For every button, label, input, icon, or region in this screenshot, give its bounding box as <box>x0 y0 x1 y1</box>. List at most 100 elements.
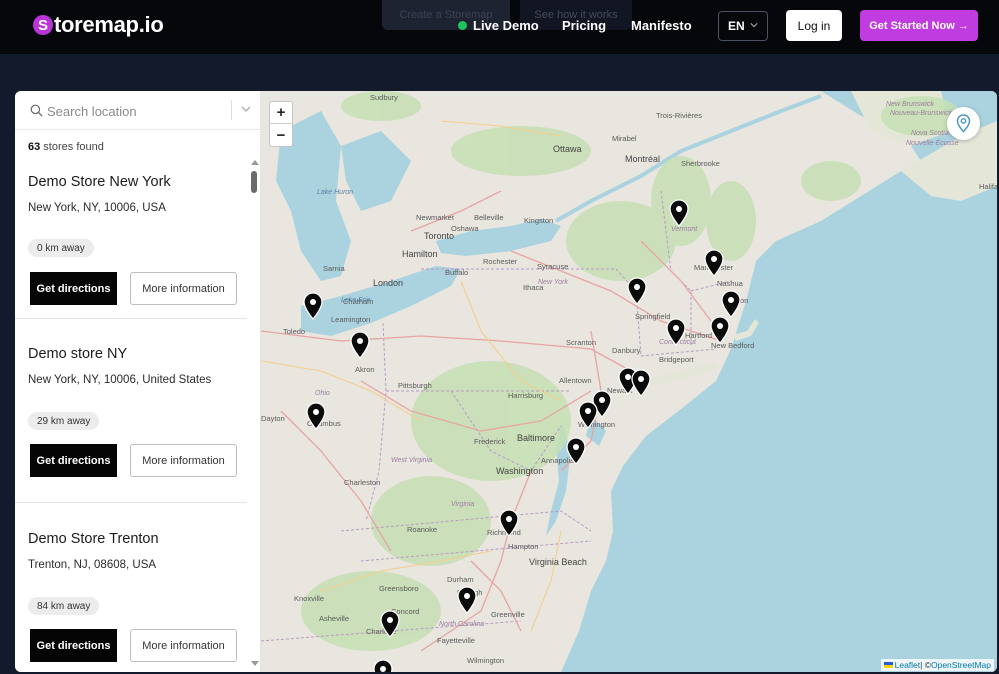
map-label-hampton: Hampton <box>508 542 539 551</box>
map-label-oshawa: Oshawa <box>451 224 479 233</box>
distance-badge: 0 km away <box>28 239 94 257</box>
openstreetmap-link[interactable]: OpenStreetMap <box>931 660 991 670</box>
distance-badge: 29 km away <box>28 412 100 430</box>
map-label-kingston: Kingston <box>524 216 554 225</box>
store-pin-icon[interactable] <box>499 509 519 537</box>
store-pin-icon[interactable] <box>578 401 598 429</box>
map-label-durham: Durham <box>447 575 474 584</box>
logo-text: toremap.io <box>54 12 164 37</box>
stores-count-label: stores found <box>40 141 104 153</box>
store-pin-icon[interactable] <box>566 437 586 465</box>
store-pin-icon[interactable] <box>704 249 724 277</box>
divider <box>15 502 247 503</box>
zoom-out-button[interactable]: − <box>270 124 292 146</box>
store-pin-icon[interactable] <box>721 290 741 318</box>
map-attribution: Leaflet | © OpenStreetMap <box>880 659 994 671</box>
map-label-baltimore: Baltimore <box>517 433 556 443</box>
map-label-lake-erie: Lake Erie <box>341 297 371 304</box>
map-label-nouveau-brunswick: Nouveau-Brunswick <box>890 110 953 117</box>
map-label-scranton: Scranton <box>566 338 597 347</box>
language-select[interactable]: EN <box>718 11 768 41</box>
zoom-in-button[interactable]: + <box>270 102 292 124</box>
map-label-fayetteville: Fayetteville <box>437 636 475 645</box>
map-label-london: London <box>373 278 404 288</box>
zoom-control: + − <box>269 101 293 147</box>
login-button[interactable]: Log in <box>786 10 842 41</box>
chevron-down-icon[interactable] <box>241 106 251 113</box>
stores-found-count: 63 stores found <box>28 141 104 153</box>
ukraine-flag-icon <box>883 662 893 668</box>
more-information-button[interactable]: More information <box>130 272 237 305</box>
search-input[interactable] <box>47 100 227 122</box>
map-label-west-virginia: West Virginia <box>391 457 432 464</box>
map-label-north-carolina: North Carolina <box>439 621 485 628</box>
map-label-newmarket: Newmarket <box>416 213 454 222</box>
more-information-button[interactable]: More information <box>130 444 237 477</box>
live-indicator-icon <box>458 21 467 30</box>
storemap-logo[interactable]: S toremap.io <box>33 12 164 38</box>
map-label-lake-huron: Lake Huron <box>317 189 354 196</box>
map-label-toronto: Toronto <box>424 231 455 241</box>
store-pin-icon[interactable] <box>669 199 689 227</box>
locate-me-button[interactable] <box>947 107 980 140</box>
map-label-danbury: Danbury <box>612 346 641 355</box>
scrollbar-thumb[interactable] <box>251 171 257 193</box>
more-information-button[interactable]: More information <box>130 629 237 662</box>
map-label-knoxville: Knoxville <box>294 594 325 603</box>
top-nav-bar: S toremap.io Create a Storemap See how i… <box>0 0 999 54</box>
search-bar <box>15 91 261 130</box>
store-pin-icon[interactable] <box>666 318 686 346</box>
store-pin-icon[interactable] <box>306 402 326 430</box>
store-pin-icon[interactable] <box>457 586 477 614</box>
map-label-leamington: Leamington <box>331 315 371 324</box>
map-label-nashua: Nashua <box>717 279 743 288</box>
map-label-roanoke: Roanoke <box>407 525 438 534</box>
nav-manifesto[interactable]: Manifesto <box>631 18 692 34</box>
search-icon <box>30 104 43 117</box>
store-pin-icon[interactable] <box>627 277 647 305</box>
map-label-buffalo: Buffalo <box>445 268 469 277</box>
store-map[interactable]: Sudbury Ottawa Montréal Trois-Rivières S… <box>261 91 997 672</box>
nav-pricing[interactable]: Pricing <box>562 18 606 34</box>
search-divider <box>231 100 232 120</box>
scroll-down-icon[interactable] <box>251 661 259 666</box>
get-directions-button[interactable]: Get directions <box>30 629 117 662</box>
store-name[interactable]: Demo store NY <box>28 346 127 362</box>
divider <box>15 318 247 319</box>
get-directions-button[interactable]: Get directions <box>30 272 117 305</box>
map-label-allentown: Allentown <box>559 376 592 385</box>
map-label-sudbury: Sudbury <box>370 93 398 102</box>
map-label-harrisburg: Harrisburg <box>508 391 544 400</box>
store-pin-icon[interactable] <box>710 316 730 344</box>
leaflet-link[interactable]: Leaflet <box>895 660 921 670</box>
map-label-mirabel: Mirabel <box>612 134 637 143</box>
map-label-montreal: Montréal <box>625 154 661 164</box>
map-label-virginia: Virginia <box>451 501 475 508</box>
attribution-separator: | © <box>920 660 931 670</box>
store-name[interactable]: Demo Store New York <box>28 174 171 190</box>
map-label-washington: Washington <box>496 466 544 476</box>
map-label-dayton: Dayton <box>261 414 285 423</box>
map-label-ohio: Ohio <box>315 390 330 397</box>
get-directions-button[interactable]: Get directions <box>30 444 117 477</box>
store-pin-icon[interactable] <box>373 659 393 672</box>
stores-count-number: 63 <box>28 141 41 153</box>
map-label-asheville: Asheville <box>319 614 350 623</box>
map-label-virginia-beach: Virginia Beach <box>529 557 587 567</box>
map-label-greensboro: Greensboro <box>379 584 419 593</box>
logo-mark: S <box>33 15 53 35</box>
store-name[interactable]: Demo Store Trenton <box>28 531 159 547</box>
map-label-greenville: Greenville <box>491 610 525 619</box>
store-pin-icon[interactable] <box>350 331 370 359</box>
map-label-sherbrooke: Sherbrooke <box>681 159 720 168</box>
scroll-up-icon[interactable] <box>251 160 259 165</box>
store-pin-icon[interactable] <box>631 369 651 397</box>
get-started-button[interactable]: Get Started Now → <box>860 10 978 41</box>
map-label-pittsburgh: Pittsburgh <box>398 381 432 390</box>
map-label-toledo: Toledo <box>283 327 306 336</box>
nav-live-demo[interactable]: Live Demo <box>473 18 539 34</box>
store-pin-icon[interactable] <box>303 292 323 320</box>
store-pin-icon[interactable] <box>380 610 400 638</box>
map-label-akron: Akron <box>355 365 375 374</box>
map-label-hamilton: Hamilton <box>402 249 438 259</box>
